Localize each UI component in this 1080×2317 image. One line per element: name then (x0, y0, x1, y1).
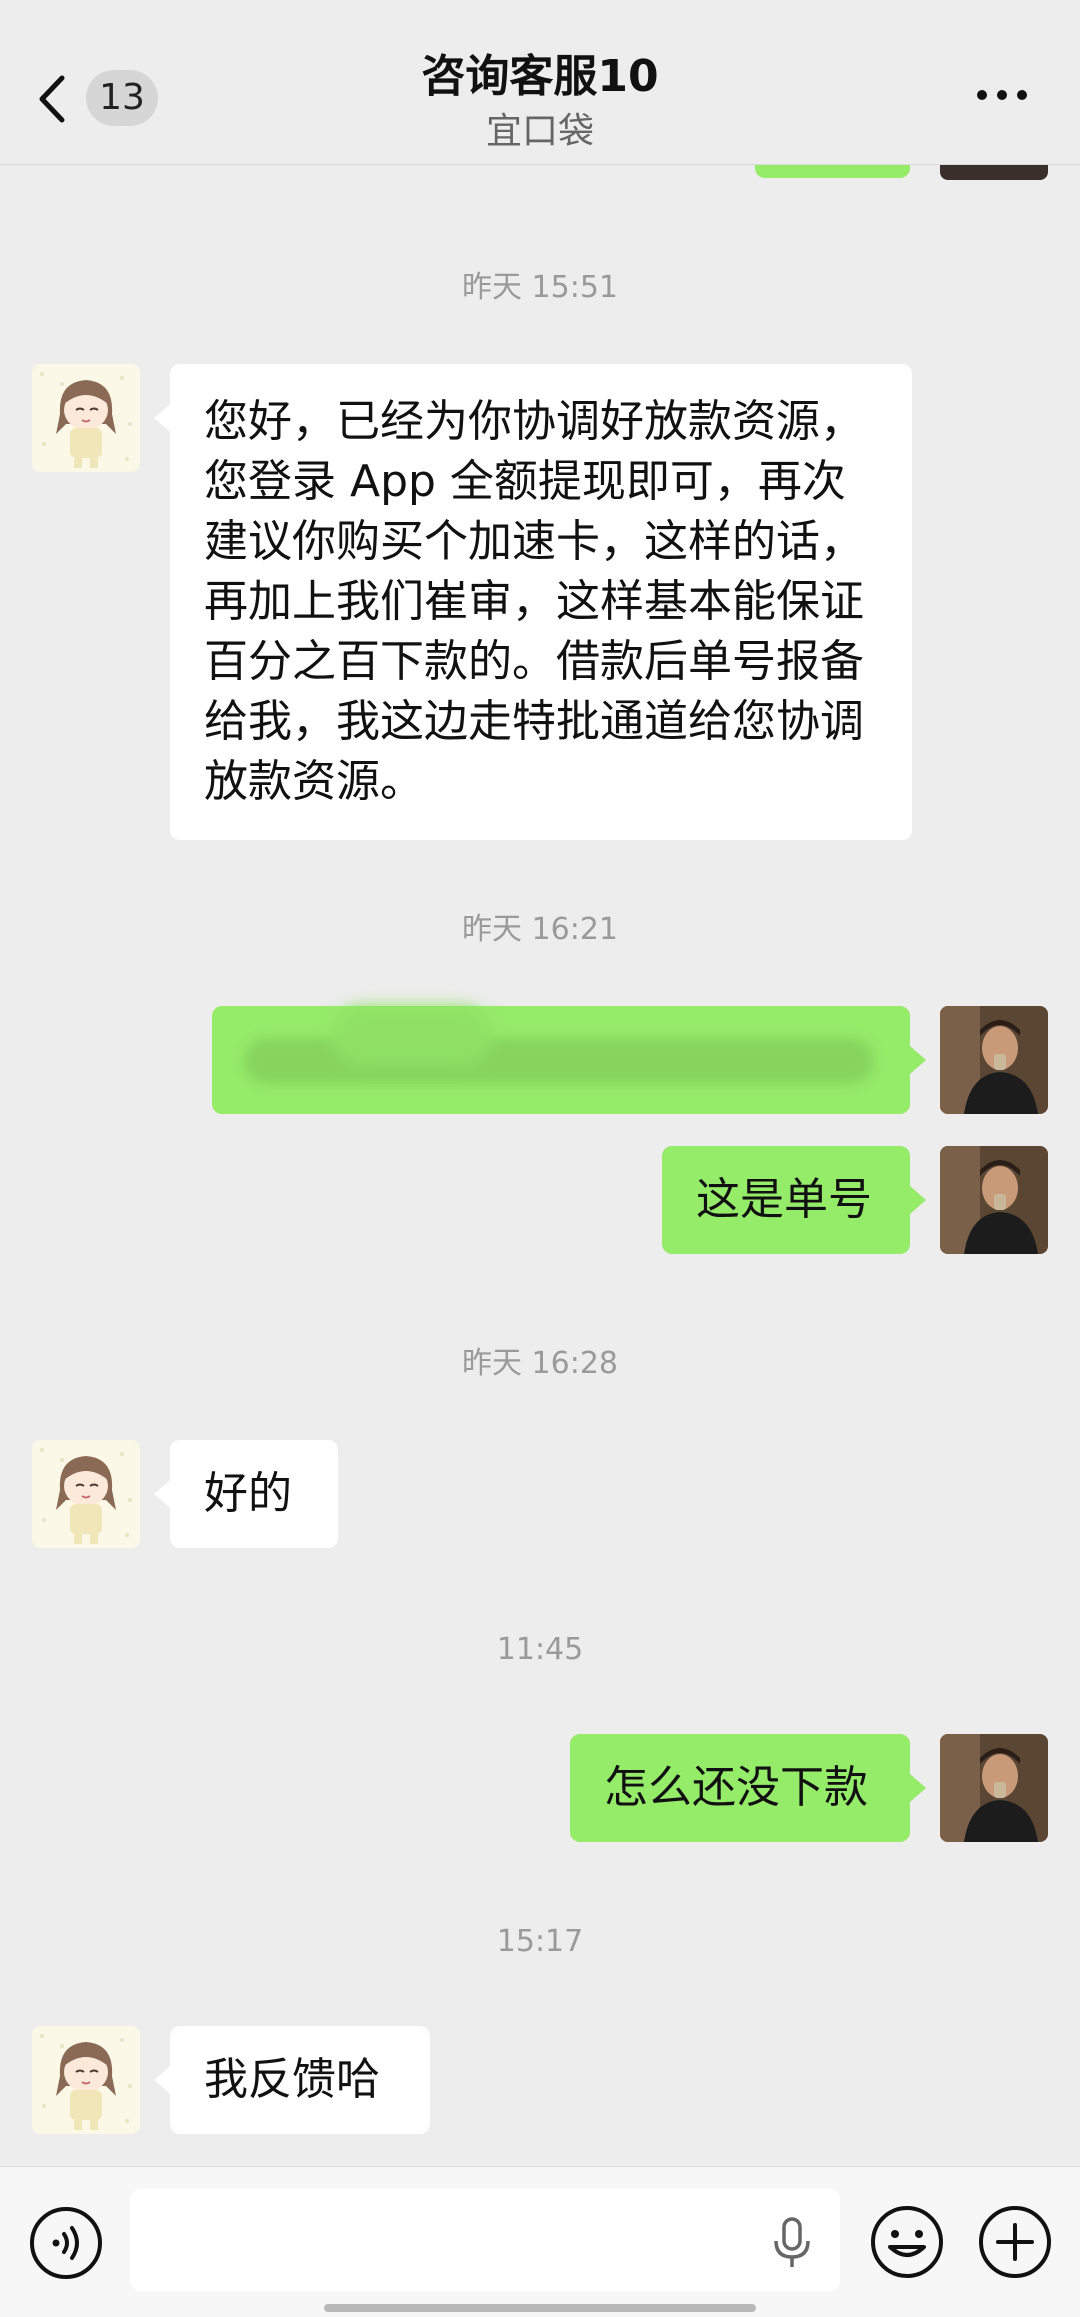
received-message[interactable]: 我反馈哈 (170, 2026, 430, 2134)
chat-title: 咨询客服10 (421, 51, 659, 102)
user-avatar[interactable] (940, 1006, 1048, 1114)
redacted-blur (332, 1006, 492, 1066)
user-photo-avatar-icon (940, 1146, 1048, 1254)
chat-header: 13 咨询客服10 宜口袋 (0, 0, 1080, 165)
voice-toggle-button[interactable] (28, 2205, 104, 2281)
agent-avatar[interactable] (32, 2026, 140, 2134)
more-functions-button[interactable] (976, 2203, 1054, 2281)
input-bar (0, 2166, 1080, 2317)
timestamp: 昨天 16:28 (462, 1346, 618, 1381)
chat-subtitle: 宜口袋 (485, 111, 594, 152)
more-dots-icon (977, 90, 1027, 100)
received-message[interactable]: 您好，已经为你协调好放款资源，您登录 App 全额提现即可，再次建议你购买个加速… (170, 364, 912, 840)
home-indicator[interactable] (324, 2304, 756, 2312)
more-button[interactable] (972, 80, 1032, 110)
received-message[interactable]: 好的 (170, 1440, 338, 1548)
user-photo-avatar-icon (940, 1006, 1048, 1114)
sent-message[interactable]: 这是单号 (662, 1146, 910, 1254)
user-avatar[interactable] (940, 1146, 1048, 1254)
timestamp: 15:17 (496, 1924, 584, 1959)
timestamp: 昨天 16:21 (462, 912, 618, 947)
message-input[interactable] (130, 2189, 840, 2291)
agent-avatar[interactable] (32, 364, 140, 472)
plus-icon (979, 2206, 1051, 2278)
timestamp: 昨天 15:51 (462, 270, 618, 305)
user-photo-avatar-icon (940, 1734, 1048, 1842)
timestamp: 11:45 (496, 1632, 584, 1667)
sent-message[interactable]: 怎么还没下款 (570, 1734, 910, 1842)
cartoon-girl-avatar-icon (32, 1440, 140, 1548)
mic-button[interactable] (770, 2217, 814, 2269)
emoji-button[interactable] (868, 2203, 946, 2281)
cartoon-girl-avatar-icon (32, 364, 140, 472)
microphone-icon (774, 2217, 810, 2267)
emoji-icon (871, 2206, 943, 2278)
agent-avatar[interactable] (32, 1440, 140, 1548)
sent-message-redacted[interactable] (212, 1006, 910, 1114)
voice-icon (30, 2207, 102, 2279)
user-avatar[interactable] (940, 1734, 1048, 1842)
cartoon-girl-avatar-icon (32, 2026, 140, 2134)
